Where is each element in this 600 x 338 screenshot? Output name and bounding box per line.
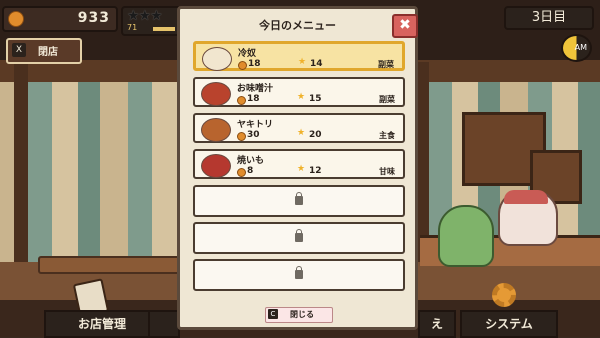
lock-icon <box>295 229 303 242</box>
menu-item-name: 焼いも <box>237 156 265 166</box>
menu-item[interactable]: 焼いも 8 ★ 12 甘味 <box>193 149 405 179</box>
sweet-potato-icon <box>201 154 231 178</box>
menu-item-reputation: 14 <box>310 59 323 69</box>
menu-item-category: 副菜 <box>378 60 394 69</box>
menu-item-category: 副菜 <box>379 95 395 104</box>
system-button[interactable]: システム <box>460 310 558 338</box>
gear-icon[interactable] <box>492 283 516 307</box>
close-shop-button[interactable]: X 閉店 <box>6 38 82 64</box>
menu-item-category: 甘味 <box>379 167 395 176</box>
menu-item[interactable]: ヤキトリ 30 ★ 20 主食 <box>193 113 405 143</box>
reputation-value: 71 <box>127 23 138 32</box>
close-label: 閉じる <box>290 310 314 319</box>
coin-counter: 933 <box>2 6 118 32</box>
coin-value: 933 <box>77 10 110 26</box>
bench <box>38 256 192 274</box>
modal-title: 今日のメニュー <box>259 19 336 32</box>
menu-item-cost: 8 <box>247 166 254 176</box>
partial-menu-button[interactable]: え <box>418 310 456 338</box>
reputation-bar <box>153 27 175 31</box>
tofu-dish-icon <box>202 47 232 71</box>
coin-icon <box>237 132 246 141</box>
x-key-icon: X <box>12 43 26 57</box>
star-icon: ★ <box>297 164 306 174</box>
close-icon[interactable]: ✖ <box>392 14 418 38</box>
frog-character[interactable] <box>438 205 494 267</box>
close-button[interactable]: C 閉じる <box>265 307 333 323</box>
lock-icon <box>295 192 303 205</box>
menu-item-cost: 18 <box>248 59 261 69</box>
miso-soup-icon <box>201 82 231 106</box>
star-icon: ★ <box>298 57 307 67</box>
coin-icon <box>238 61 247 70</box>
menu-item-name: お味噌汁 <box>237 84 274 94</box>
c-key-icon: C <box>268 309 278 319</box>
menu-item-reputation: 12 <box>309 166 322 176</box>
partial-menu-button[interactable] <box>148 310 180 338</box>
menu-item-name: ヤキトリ <box>237 120 274 130</box>
menu-item-reputation: 20 <box>309 130 322 140</box>
wooden-post <box>14 62 28 272</box>
yakitori-icon <box>201 118 231 142</box>
coin-icon <box>237 168 246 177</box>
rating-panel: ★★★ 71 <box>121 6 181 36</box>
menu-item-reputation: 15 <box>309 94 322 104</box>
todays-menu-modal: 今日のメニュー ✖ 冷奴 18 ★ 14 副菜 お味噌汁 18 ★ 15 副菜 … <box>177 6 418 330</box>
locked-slot[interactable] <box>193 185 405 217</box>
chef-hat <box>504 190 548 204</box>
shop-management-button[interactable]: お店管理 <box>44 310 160 338</box>
menu-item-name: 冷奴 <box>238 49 257 59</box>
locked-slot[interactable] <box>193 222 405 254</box>
star-icon: ★ <box>297 128 306 138</box>
rating-stars: ★★★ <box>127 8 163 24</box>
locked-slot[interactable] <box>193 259 405 291</box>
coin-icon <box>237 96 246 105</box>
menu-item-cost: 18 <box>247 94 260 104</box>
menu-item-cost: 30 <box>247 130 260 140</box>
day-indicator: 3日目 <box>504 6 594 30</box>
menu-item[interactable]: 冷奴 18 ★ 14 副菜 <box>193 41 405 71</box>
close-shop-label: 閉店 <box>38 47 58 58</box>
clock-icon: AM <box>561 34 592 62</box>
lock-icon <box>295 266 303 279</box>
menu-item-category: 主食 <box>379 131 395 140</box>
coin-icon <box>8 11 24 27</box>
star-icon: ★ <box>297 92 306 102</box>
menu-item[interactable]: お味噌汁 18 ★ 15 副菜 <box>193 77 405 107</box>
